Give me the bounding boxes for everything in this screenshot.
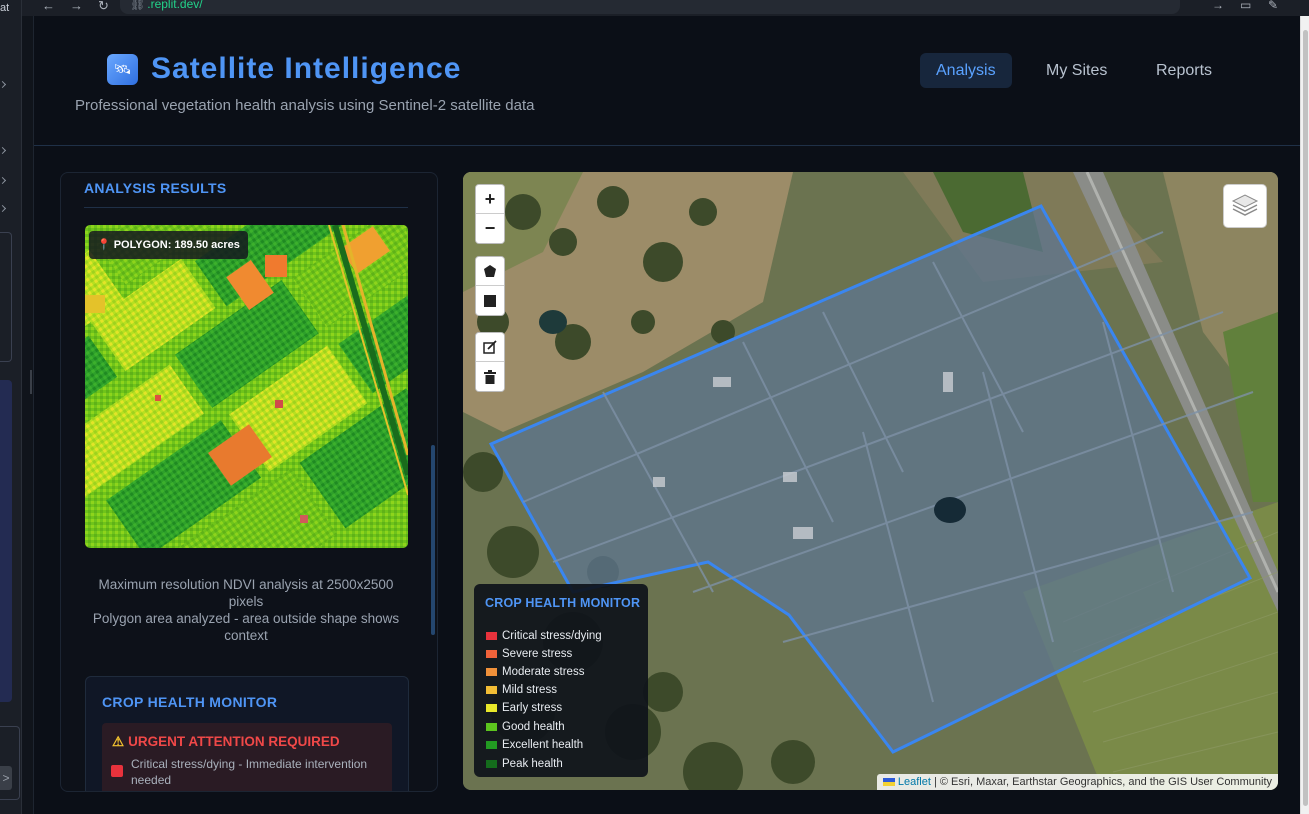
- legend-swatch: [486, 704, 497, 712]
- legend-label: Moderate stress: [502, 666, 585, 678]
- dock-send-button[interactable]: >: [0, 766, 12, 790]
- check-icon: [0, 204, 7, 213]
- legend-item: Good health: [486, 719, 565, 735]
- trash-icon: [484, 369, 496, 384]
- legend-item: Peak health: [486, 756, 563, 772]
- map-attribution: Leaflet | © Esri, Maxar, Earthstar Geogr…: [876, 774, 1278, 790]
- edit-layers-button[interactable]: [476, 333, 504, 362]
- edit-controls: [475, 332, 505, 392]
- attribution-text: | © Esri, Maxar, Earthstar Geographics, …: [933, 776, 1272, 788]
- draw-controls: [475, 256, 505, 316]
- app-subtitle: Professional vegetation health analysis …: [75, 97, 535, 114]
- delete-layers-button[interactable]: [476, 362, 504, 391]
- urgent-title: ⚠ URGENT ATTENTION REQUIRED: [112, 734, 340, 750]
- dock-panel-selected[interactable]: [0, 380, 12, 702]
- crop-health-card-title: CROP HEALTH MONITOR: [102, 694, 278, 710]
- panel-scrollbar[interactable]: [431, 445, 435, 635]
- link-icon: ⛓: [130, 0, 146, 11]
- ndvi-caption: Maximum resolution NDVI analysis at 2500…: [81, 576, 411, 644]
- satellite-map[interactable]: + − CROP HEALTH MONITOR Critical stress/…: [463, 172, 1278, 790]
- legend-label: Excellent health: [502, 739, 584, 751]
- back-icon[interactable]: ←: [42, 0, 55, 13]
- open-external-icon[interactable]: →: [1212, 0, 1224, 12]
- legend-label: Good health: [502, 721, 565, 733]
- critical-swatch: [111, 765, 123, 777]
- legend-swatch: [486, 723, 497, 731]
- warning-icon: ⚠: [112, 734, 125, 749]
- legend-label: Early stress: [502, 702, 563, 714]
- check-icon: [0, 176, 7, 185]
- legend-swatch: [486, 650, 497, 658]
- legend-item: Severe stress: [486, 646, 572, 662]
- app-title: Satellite Intelligence: [151, 52, 462, 85]
- url-text: .replit.dev/: [147, 0, 203, 11]
- urgent-alert: ⚠ URGENT ATTENTION REQUIRED Critical stre…: [102, 723, 392, 791]
- browser-toolbar: ← → ↻ ⛓ .replit.dev/ → ▭ ✎: [22, 0, 1309, 16]
- satellite-logo-icon: 🛰: [107, 54, 138, 85]
- app-header: 🛰 Satellite Intelligence Professional ve…: [34, 16, 1301, 146]
- tools-icon[interactable]: ✎: [1268, 0, 1278, 12]
- zoom-in-button[interactable]: +: [476, 185, 504, 214]
- legend-item: Mild stress: [486, 682, 557, 698]
- scrollbar-thumb[interactable]: [1303, 30, 1308, 806]
- polygon-area-text: POLYGON: 189.50 acres: [113, 239, 240, 251]
- caption-line-2: Polygon area analyzed - area outside sha…: [92, 611, 400, 643]
- divider: [84, 207, 408, 208]
- nav-my-sites[interactable]: My Sites: [1030, 53, 1123, 88]
- layers-toggle-button[interactable]: [1223, 184, 1267, 228]
- layers-icon: [1231, 194, 1259, 216]
- page-scrollbar[interactable]: [1300, 16, 1309, 814]
- crop-health-legend: CROP HEALTH MONITOR Critical stress/dyin…: [474, 584, 648, 777]
- legend-item: Critical stress/dying: [486, 628, 602, 644]
- nav-reports[interactable]: Reports: [1140, 53, 1228, 88]
- results-title: ANALYSIS RESULTS: [84, 180, 227, 196]
- urgent-title-text: URGENT ATTENTION REQUIRED: [128, 734, 340, 749]
- legend-swatch: [486, 632, 497, 640]
- forward-icon[interactable]: →: [70, 0, 83, 13]
- edit-icon: [483, 340, 497, 354]
- analysis-results-panel: ANALYSIS RESULTS 📍 POLYGON: 189.50 acres…: [60, 172, 438, 792]
- check-icon: [0, 80, 7, 89]
- legend-swatch: [486, 668, 497, 676]
- draw-polygon-button[interactable]: [476, 257, 504, 286]
- legend-swatch: [486, 760, 497, 768]
- dock-label: at: [0, 2, 10, 14]
- nav-analysis[interactable]: Analysis: [920, 53, 1012, 88]
- legend-swatch: [486, 741, 497, 749]
- legend-label: Mild stress: [502, 684, 557, 696]
- caption-line-1: Maximum resolution NDVI analysis at 2500…: [98, 577, 394, 609]
- devices-icon[interactable]: ▭: [1240, 0, 1251, 12]
- square-icon: [484, 294, 496, 307]
- side-dock: at >: [0, 0, 22, 814]
- legend-label: Peak health: [502, 758, 563, 770]
- pin-icon: 📍: [97, 239, 111, 251]
- ukraine-flag-icon: [882, 778, 895, 787]
- legend-label: Critical stress/dying: [502, 630, 602, 642]
- crop-health-card: CROP HEALTH MONITOR ⚠ URGENT ATTENTION RE…: [85, 676, 409, 791]
- legend-item: Excellent health: [486, 737, 583, 753]
- legend-item: Moderate stress: [486, 664, 584, 680]
- address-bar[interactable]: ⛓ .replit.dev/: [120, 0, 1180, 14]
- ndvi-image: 📍 POLYGON: 189.50 acres: [85, 225, 408, 548]
- polygon-icon: [484, 265, 496, 277]
- legend-item: Early stress: [486, 700, 562, 716]
- urgent-item: Critical stress/dying - Immediate interv…: [131, 757, 368, 787]
- legend-swatch: [486, 686, 497, 694]
- resize-handle[interactable]: [30, 370, 32, 394]
- app-window: 🛰 Satellite Intelligence Professional ve…: [33, 16, 1301, 814]
- dock-panel: [0, 232, 12, 362]
- draw-rectangle-button[interactable]: [476, 286, 504, 315]
- zoom-out-button[interactable]: −: [476, 214, 504, 243]
- legend-label: Severe stress: [502, 648, 573, 660]
- zoom-controls: + −: [475, 184, 505, 244]
- polygon-area-badge: 📍 POLYGON: 189.50 acres: [89, 231, 248, 259]
- leaflet-link[interactable]: Leaflet: [898, 776, 931, 788]
- legend-title: CROP HEALTH MONITOR: [485, 596, 641, 610]
- reload-icon[interactable]: ↻: [98, 0, 109, 14]
- check-icon: [0, 146, 7, 155]
